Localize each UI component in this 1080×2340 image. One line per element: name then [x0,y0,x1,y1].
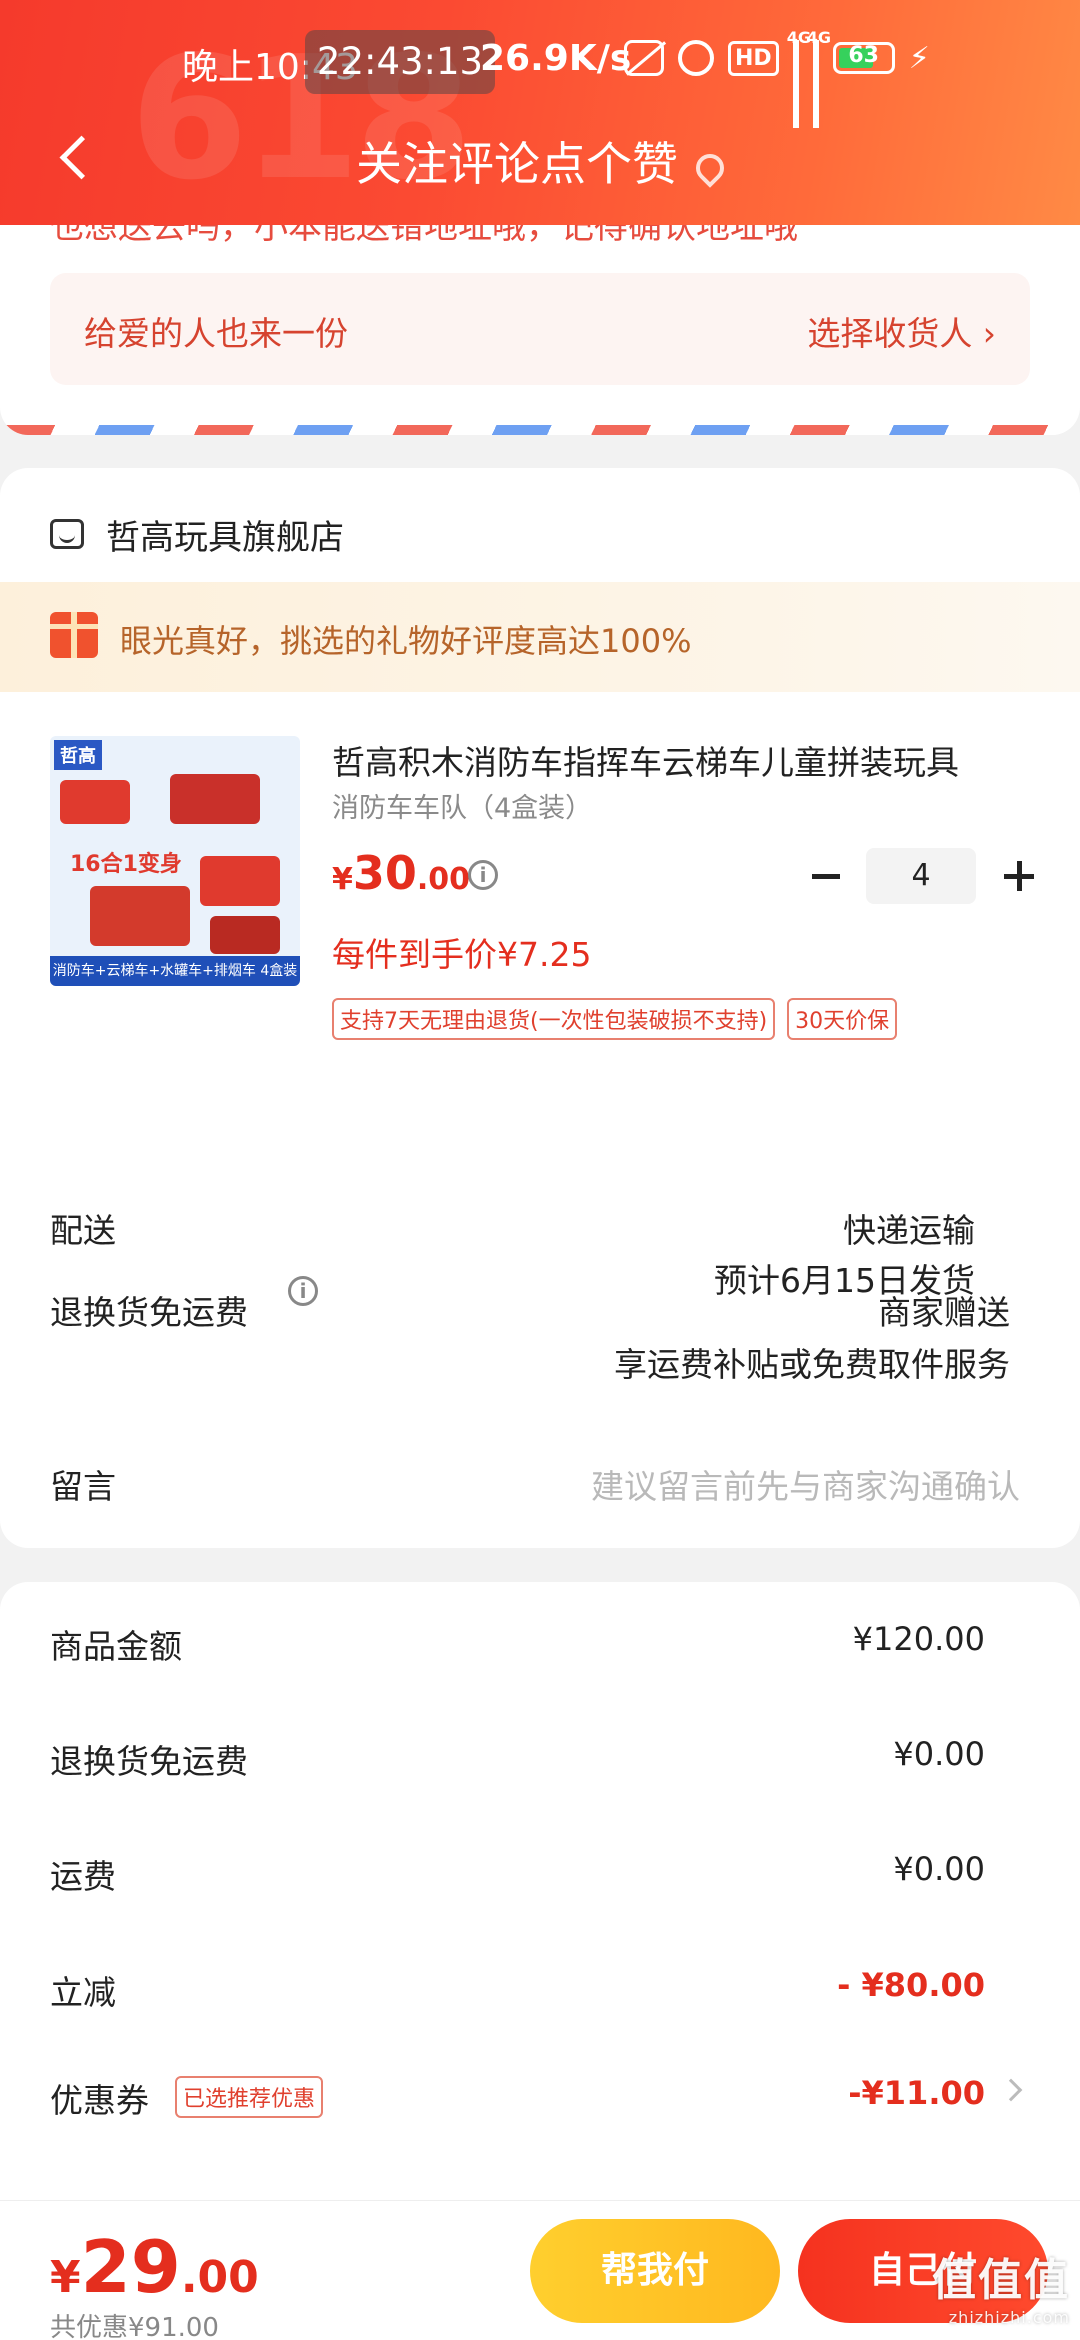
return-shipping-value: 商家赠送 [878,1293,1010,1332]
hd-icon: HD [728,40,779,76]
battery-level: 63 [848,43,879,68]
product-image-caption: 消防车+云梯车+水罐车+排烟车 4盒装 [50,956,300,986]
price-decimal: .00 [416,862,471,897]
price-currency: ¥ [332,862,353,897]
location-pin-icon [690,147,730,188]
summary-value: ¥0.00 [893,1735,985,1773]
product-image-brand: 哲高 [54,740,102,770]
watermark-url: zhizhizhi.com [948,2308,1070,2327]
gift-recipient-row[interactable]: 给爱的人也来一份 选择收货人 › [50,273,1030,385]
return-shipping-label: 退换货免运费 [50,1293,248,1332]
total-integer: 29 [80,2225,181,2309]
summary-label: 商品金额 [50,1627,182,1666]
alarm-icon [678,40,714,76]
status-bar: 晚上10:43 22:43:13 26.9K/s HD 4G 4G 63 ⚡ [0,28,1080,128]
coupon-tag: 已选推荐优惠 [175,2076,324,2118]
product-image[interactable]: 哲高 16合1变身 消防车+云梯车+水罐车+排烟车 4盒装 [50,736,300,986]
watermark-text: 值值值 [932,2255,1070,2306]
product-title[interactable]: 哲高积木消防车指挥车云梯车儿童拼装玩具 [332,736,1032,784]
total-decimal: .00 [180,2252,259,2303]
delivery-label: 配送 [50,1211,116,1250]
total-price: ¥29.00 [50,2225,259,2309]
shop-icon [50,519,84,549]
network-speed: 26.9K/s [480,38,632,79]
service-badges: 支持7天无理由退货(一次性包装破损不支持) 30天价保 [332,998,898,1040]
product-spec[interactable]: 消防车车队（4盒装） [332,786,592,825]
airmail-border [0,425,1080,435]
mute-icon [624,40,664,76]
gift-box-icon [50,612,98,658]
signal-icon: 4G [787,28,811,128]
shop-row[interactable]: 哲高玩具旗舰店 [50,504,344,564]
summary-value: - ¥80.00 [837,1966,985,2004]
summary-row-discount: 立减 - ¥80.00 [50,1966,985,2016]
total-currency: ¥ [50,2252,81,2303]
price-integer: 30 [352,846,417,900]
gift-banner-text: 眼光真好，挑选的礼物好评度高达100% [120,622,692,660]
address-note: 也想送去吗，小本能送错地址哦，记得确认地址哦 [50,225,798,247]
product-card: 哲高玩具旗舰店 眼光真好，挑选的礼物好评度高达100% 哲高 16合1变身 消防… [0,468,1080,1548]
page-header: 618 晚上10:43 22:43:13 26.9K/s HD 4G 4G 63… [0,0,1080,225]
gift-banner: 眼光真好，挑选的礼物好评度高达100% [0,582,1080,692]
checkout-bar: ¥29.00 共优惠¥91.00 帮我付 自己付 [0,2200,1080,2340]
help-me-pay-button[interactable]: 帮我付 [530,2219,780,2323]
info-icon[interactable]: i [288,1276,318,1306]
delivery-method[interactable]: 快递运输 [843,1204,975,1252]
product-price: ¥30.00 [332,846,470,900]
summary-value[interactable]: -¥11.00 [848,2074,985,2112]
product-image-headline: 16合1变身 [70,852,182,877]
price-protection-badge: 30天价保 [787,998,898,1040]
network-type-label: 4G [806,28,831,47]
return-policy-badge: 支持7天无理由退货(一次性包装破损不支持) [332,998,776,1040]
summary-row-coupon[interactable]: 优惠券 已选推荐优惠 -¥11.00 [50,2074,1023,2124]
select-recipient-link[interactable]: 选择收货人 › [807,307,996,355]
quantity-input[interactable]: 4 [866,848,976,904]
address-card: 也想送去吗，小本能送错地址哦，记得确认地址哦 给爱的人也来一份 选择收货人 › [0,225,1080,435]
summary-row-return-shipping: 退换货免运费 ¥0.00 [50,1735,985,1785]
total-saved: 共优惠¥91.00 [50,2313,219,2340]
info-icon[interactable]: i [468,860,498,890]
decrease-button[interactable] [800,848,856,904]
return-shipping-desc: 享运费补贴或免费取件服务 [614,1345,1010,1384]
per-item-price: 每件到手价¥7.25 [332,935,592,974]
price-summary-card: 商品金额 ¥120.00 退换货免运费 ¥0.00 运费 ¥0.00 立减 - … [0,1582,1080,2262]
battery-icon: 63 [832,42,895,74]
page-title-text: 关注评论点个赞 [356,137,678,191]
message-input[interactable]: 建议留言前先与商家沟通确认 [591,1460,1020,1508]
nav-bar: 关注评论点个赞 [0,120,1080,200]
message-label: 留言 [50,1467,116,1506]
page-title: 关注评论点个赞 [0,128,1080,194]
chevron-right-icon[interactable] [999,2078,1023,2102]
status-icons: HD 4G 4G 63 ⚡ [624,28,930,128]
site-watermark: 值值值 zhizhizhi.com [932,2244,1070,2327]
signal-icon: 4G [807,28,831,128]
increase-button[interactable] [992,848,1048,904]
summary-label: 优惠券 [50,2081,149,2120]
summary-row-goods: 商品金额 ¥120.00 [50,1620,985,1670]
summary-value: ¥120.00 [852,1620,985,1658]
quantity-stepper: 4 [800,848,1048,904]
clock-overlay: 22:43:13 [305,30,495,94]
gift-recipient-label: 给爱的人也来一份 [84,314,348,353]
shop-name[interactable]: 哲高玩具旗舰店 [106,510,344,559]
charging-icon: ⚡ [908,40,930,76]
summary-label: 立减 [50,1973,116,2012]
summary-value: ¥0.00 [893,1850,985,1888]
summary-label: 退换货免运费 [50,1742,248,1781]
summary-label: 运费 [50,1857,116,1896]
summary-row-shipping: 运费 ¥0.00 [50,1850,985,1900]
